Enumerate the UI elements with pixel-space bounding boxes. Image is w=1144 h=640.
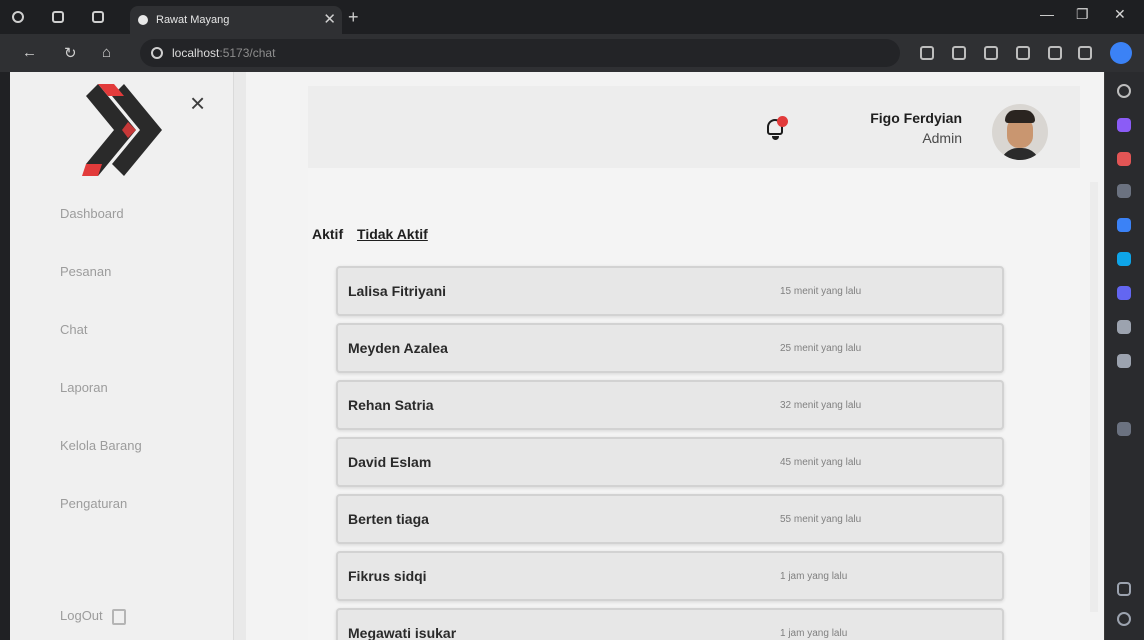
conversation-name: Meyden Azalea bbox=[348, 340, 448, 356]
collections-icon[interactable] bbox=[1016, 46, 1030, 60]
conversation-name: David Eslam bbox=[348, 454, 432, 470]
chat-list-panel: Aktif Tidak Aktif Lalisa Fitriyani 15 me… bbox=[308, 168, 1080, 640]
tab-close-icon[interactable]: ✕ bbox=[323, 6, 336, 34]
close-sidebar-icon[interactable]: × bbox=[190, 90, 205, 116]
page-header: Figo Ferdyian Admin bbox=[308, 86, 1080, 168]
sidebar-item-laporan[interactable]: Laporan bbox=[60, 366, 142, 424]
conversation-list: Lalisa Fitriyani 15 menit yang lalu Meyd… bbox=[336, 266, 1004, 640]
sidebar-gutter bbox=[234, 72, 246, 640]
read-aloud-icon[interactable] bbox=[920, 46, 934, 60]
conversation-row[interactable]: Megawati isukar 1 jam yang lalu bbox=[336, 608, 1004, 640]
conversation-time: 1 jam yang lalu bbox=[780, 628, 848, 639]
brand-logo bbox=[82, 84, 162, 176]
split-screen-icon[interactable] bbox=[984, 46, 998, 60]
hide-sidebar-icon[interactable] bbox=[1117, 582, 1131, 596]
maximize-icon[interactable]: ❐ bbox=[1076, 6, 1089, 23]
add-app-icon[interactable] bbox=[1117, 422, 1131, 436]
conversation-row[interactable]: David Eslam 45 menit yang lalu bbox=[336, 437, 1004, 487]
status-tabs: Aktif Tidak Aktif bbox=[312, 226, 438, 242]
conversation-name: Fikrus sidqi bbox=[348, 568, 427, 584]
sidebar-app-icon[interactable] bbox=[1117, 286, 1131, 300]
tab-tidak-aktif[interactable]: Tidak Aktif bbox=[357, 226, 428, 242]
conversation-name: Berten tiaga bbox=[348, 511, 429, 527]
browser-profile-icon[interactable] bbox=[12, 11, 24, 23]
conversation-time: 45 menit yang lalu bbox=[780, 457, 862, 468]
app-sidebar: × Dashboard Pesanan Chat Laporan Kelola … bbox=[10, 72, 234, 640]
page-viewport: × Dashboard Pesanan Chat Laporan Kelola … bbox=[10, 72, 1104, 640]
sidebar-app-icon[interactable] bbox=[1117, 218, 1131, 232]
minimize-icon[interactable]: — bbox=[1040, 6, 1054, 22]
sidebar-app-icon[interactable] bbox=[1117, 354, 1131, 368]
browser-tab-bar: Rawat Mayang ✕ + — ❐ ✕ bbox=[0, 0, 1144, 34]
sidebar-item-pengaturan[interactable]: Pengaturan bbox=[60, 482, 142, 540]
search-icon[interactable] bbox=[1117, 84, 1131, 98]
window-close-icon[interactable]: ✕ bbox=[1114, 6, 1126, 23]
sidebar-app-icon[interactable] bbox=[1117, 118, 1131, 132]
sidebar-app-icon[interactable] bbox=[1117, 184, 1131, 198]
page-scrollbar[interactable] bbox=[1090, 182, 1098, 612]
conversation-row[interactable]: Meyden Azalea 25 menit yang lalu bbox=[336, 323, 1004, 373]
avatar-shirt bbox=[1000, 148, 1040, 160]
sidebar-app-icon[interactable] bbox=[1117, 320, 1131, 334]
address-host: localhost bbox=[172, 46, 220, 60]
favorites-star-icon[interactable] bbox=[952, 46, 966, 60]
logout-icon bbox=[112, 608, 127, 625]
home-icon[interactable]: ⌂ bbox=[102, 44, 111, 61]
conversation-row[interactable]: Fikrus sidqi 1 jam yang lalu bbox=[336, 551, 1004, 601]
conversation-name: Lalisa Fitriyani bbox=[348, 283, 447, 299]
sidebar-item-chat[interactable]: Chat bbox=[60, 308, 142, 366]
tab-favicon-icon bbox=[138, 15, 148, 25]
conversation-time: 25 menit yang lalu bbox=[780, 343, 862, 354]
workspaces-icon[interactable] bbox=[52, 11, 64, 23]
conversation-name: Megawati isukar bbox=[348, 625, 457, 640]
conversation-name: Rehan Satria bbox=[348, 397, 434, 413]
conversation-row[interactable]: Lalisa Fitriyani 15 menit yang lalu bbox=[336, 266, 1004, 316]
tab-aktif[interactable]: Aktif bbox=[312, 226, 343, 242]
address-bar[interactable]: localhost:5173/chat bbox=[140, 39, 900, 67]
conversation-row[interactable]: Berten tiaga 55 menit yang lalu bbox=[336, 494, 1004, 544]
sidebar-app-icon[interactable] bbox=[1117, 152, 1131, 166]
browser-toolbar: ← ↻ ⌂ localhost:5173/chat bbox=[0, 34, 1144, 72]
avatar[interactable] bbox=[992, 104, 1048, 160]
back-icon[interactable]: ← bbox=[22, 44, 37, 61]
logout-label: LogOut bbox=[60, 608, 103, 623]
conversation-time: 15 menit yang lalu bbox=[780, 286, 862, 297]
conversation-time: 55 menit yang lalu bbox=[780, 514, 862, 525]
site-info-icon[interactable] bbox=[151, 47, 163, 59]
notification-badge bbox=[777, 116, 788, 127]
browser-tab[interactable]: Rawat Mayang ✕ bbox=[130, 6, 342, 34]
notification-bell-icon[interactable] bbox=[765, 116, 788, 140]
sidebar-item-kelola-barang[interactable]: Kelola Barang bbox=[60, 424, 142, 482]
tab-title: Rawat Mayang bbox=[156, 14, 230, 26]
browser-side-panel bbox=[1104, 72, 1144, 640]
tab-actions-icon[interactable] bbox=[92, 11, 104, 23]
address-path: :5173/chat bbox=[219, 46, 276, 60]
user-name: Figo Ferdyian bbox=[870, 110, 962, 126]
conversation-row[interactable]: Rehan Satria 32 menit yang lalu bbox=[336, 380, 1004, 430]
sidebar-item-pesanan[interactable]: Pesanan bbox=[60, 250, 142, 308]
logout-button[interactable]: LogOut bbox=[60, 608, 127, 625]
settings-icon[interactable] bbox=[1117, 612, 1131, 626]
avatar-hair bbox=[1005, 110, 1035, 123]
new-tab-icon[interactable]: + bbox=[348, 7, 359, 28]
user-role: Admin bbox=[922, 130, 962, 146]
sidebar-menu: Dashboard Pesanan Chat Laporan Kelola Ba… bbox=[60, 192, 142, 540]
sidebar-item-dashboard[interactable]: Dashboard bbox=[60, 192, 142, 250]
copilot-icon[interactable] bbox=[1110, 42, 1132, 64]
conversation-time: 32 menit yang lalu bbox=[780, 400, 862, 411]
more-menu-icon[interactable] bbox=[1078, 46, 1092, 60]
refresh-icon[interactable]: ↻ bbox=[64, 44, 77, 62]
bell-clapper bbox=[772, 136, 779, 140]
conversation-time: 1 jam yang lalu bbox=[780, 571, 848, 582]
sidebar-app-icon[interactable] bbox=[1117, 252, 1131, 266]
extensions-icon[interactable] bbox=[1048, 46, 1062, 60]
